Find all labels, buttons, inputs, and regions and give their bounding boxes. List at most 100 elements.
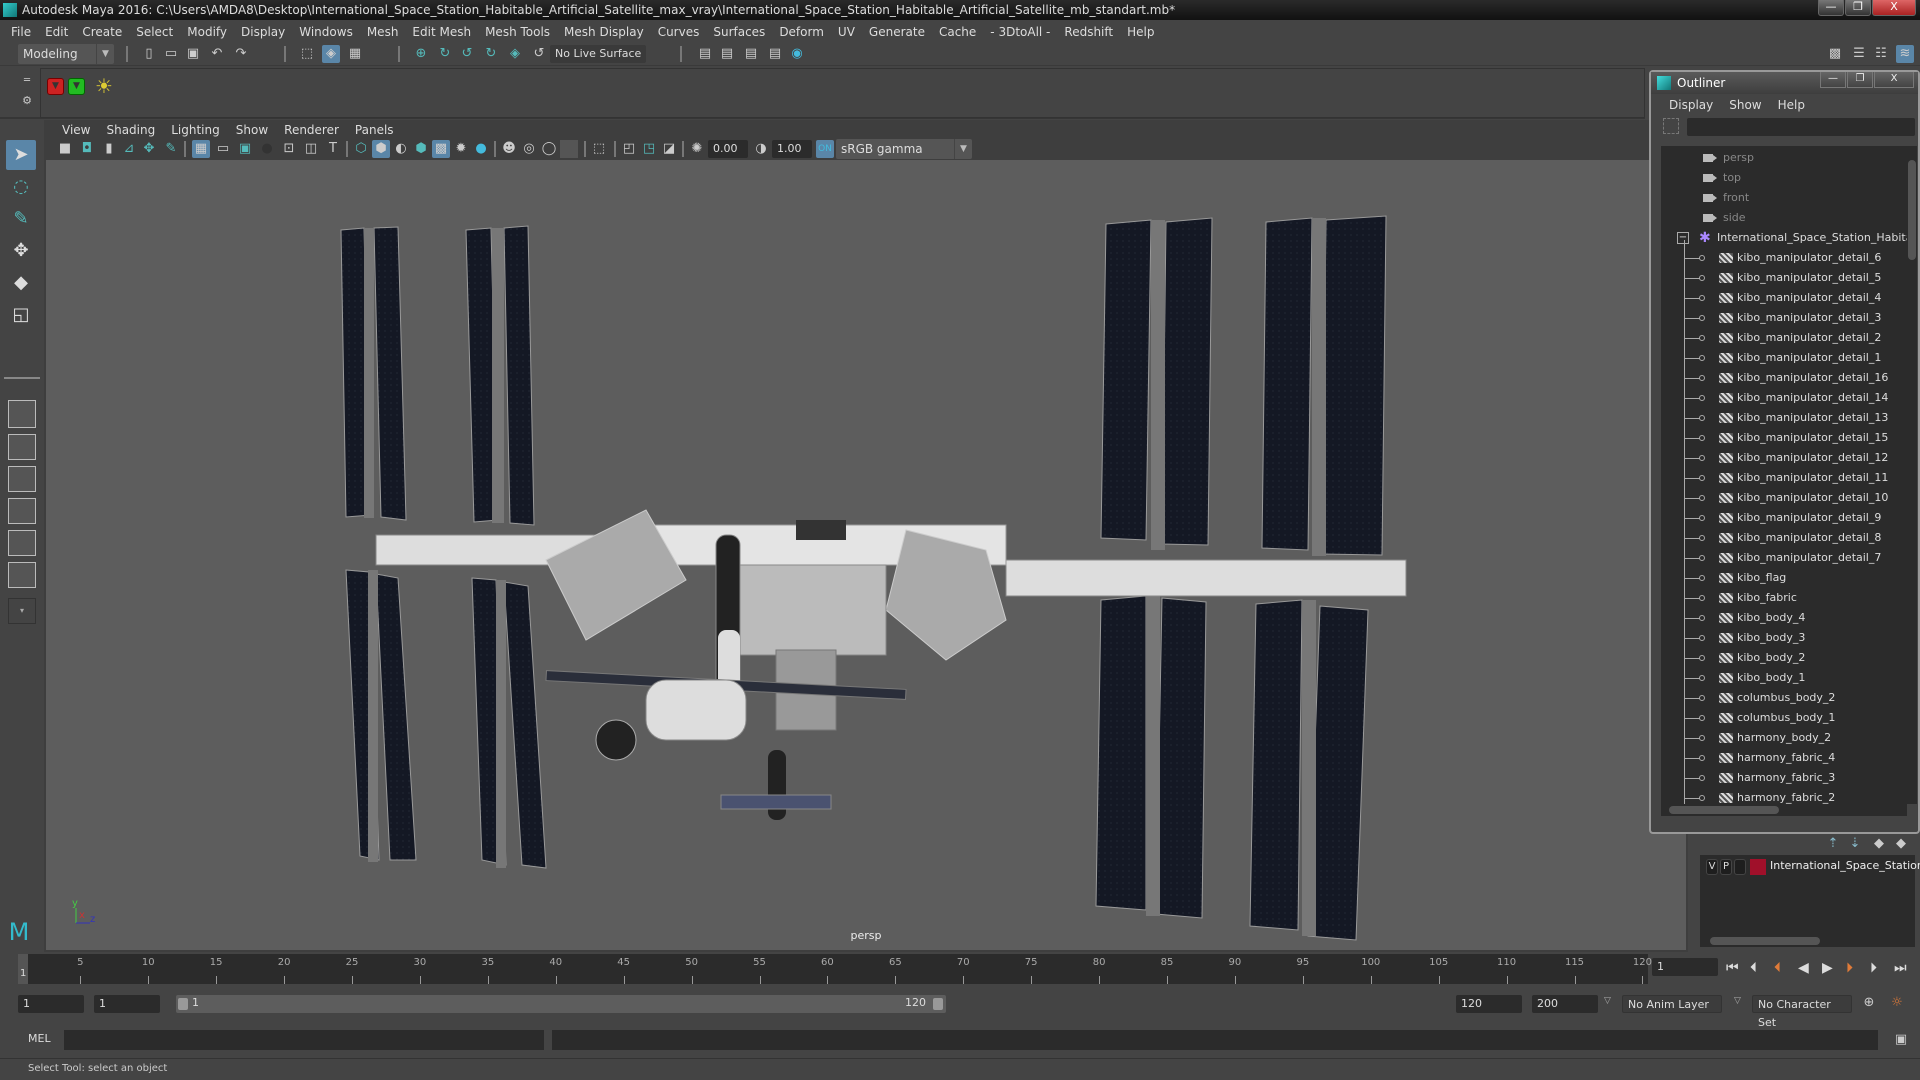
exposure-field[interactable]: 0.00 <box>708 140 748 158</box>
range-end-handle[interactable] <box>933 998 943 1010</box>
select-hierarchy-icon[interactable]: ⬚ <box>298 45 316 63</box>
single-perspective-layout-icon[interactable] <box>8 400 36 428</box>
menu-create[interactable]: Create <box>75 25 129 39</box>
panel-menu-view[interactable]: View <box>54 123 98 137</box>
chevron-down-icon[interactable]: ▽ <box>1604 996 1611 1006</box>
step-back-frame-icon[interactable]: ⏴ <box>1750 960 1757 976</box>
select-object-icon[interactable]: ◈ <box>322 45 340 63</box>
menu-modify[interactable]: Modify <box>180 25 234 39</box>
step-back-key-icon[interactable]: ⏴ <box>1774 960 1781 976</box>
depth-of-field-icon[interactable] <box>560 140 578 158</box>
outliner-menu-show[interactable]: Show <box>1721 96 1769 114</box>
new-scene-icon[interactable]: ▯ <box>140 45 158 63</box>
layer-display-type-toggle[interactable] <box>1734 859 1746 875</box>
more-layouts-icon[interactable]: ▾ <box>8 598 36 624</box>
outliner-camera-top[interactable]: top <box>1661 168 1907 188</box>
safe-title-icon[interactable]: T <box>324 140 342 158</box>
image-plane-icon[interactable]: ⊿ <box>120 140 138 158</box>
move-layer-down-icon[interactable]: ⇣ <box>1846 835 1864 853</box>
exposure-icon[interactable]: ✺ <box>688 140 706 158</box>
select-tool-icon[interactable]: ➤ <box>6 140 36 170</box>
scale-tool-icon[interactable]: ◱ <box>6 300 36 330</box>
menu-edit[interactable]: Edit <box>38 25 75 39</box>
wireframe-icon[interactable]: ⬡ <box>352 140 370 158</box>
save-scene-icon[interactable]: ▣ <box>184 45 202 63</box>
panel-menu-renderer[interactable]: Renderer <box>276 123 347 137</box>
outliner-maximize-button[interactable]: ❐ <box>1847 72 1873 88</box>
color-space-dropdown[interactable]: sRGB gamma ▼ <box>836 139 972 159</box>
menu-help[interactable]: Help <box>1120 25 1161 39</box>
mel-label[interactable]: MEL <box>28 1032 51 1045</box>
outliner-item[interactable]: kibo_manipulator_detail_7 <box>1661 548 1907 568</box>
outliner-search-input[interactable] <box>1687 118 1915 136</box>
outliner-item[interactable]: kibo_manipulator_detail_13 <box>1661 408 1907 428</box>
gate-mask-icon[interactable]: ● <box>258 140 276 158</box>
persp-graph-layout-icon[interactable] <box>8 498 36 524</box>
outliner-item[interactable]: harmony_body_2 <box>1661 728 1907 748</box>
menu-edit-mesh[interactable]: Edit Mesh <box>405 25 478 39</box>
snap-curve-icon[interactable]: ↻ <box>436 45 454 63</box>
move-layer-up-icon[interactable]: ⇡ <box>1824 835 1842 853</box>
filter-icon[interactable] <box>1663 118 1679 134</box>
menu-mesh-display[interactable]: Mesh Display <box>557 25 651 39</box>
render-sequence-icon[interactable]: ▤ <box>718 45 736 63</box>
outliner-item[interactable]: kibo_manipulator_detail_10 <box>1661 488 1907 508</box>
close-button[interactable]: X <box>1872 0 1916 16</box>
layer-playback-toggle[interactable]: P <box>1720 859 1732 875</box>
snap-view-icon[interactable]: ↻ <box>482 45 500 63</box>
shelf-tabs-icon[interactable]: ═ <box>18 72 36 90</box>
gamma-field[interactable]: 1.00 <box>772 140 812 158</box>
outliner-item[interactable]: kibo_manipulator_detail_1 <box>1661 348 1907 368</box>
outliner-item[interactable]: kibo_manipulator_detail_11 <box>1661 468 1907 488</box>
shelf-settings-gear-icon[interactable]: ⚙ <box>18 92 36 110</box>
rotate-tool-icon[interactable]: ◆ <box>6 268 36 298</box>
shelf-green-icon[interactable]: ▼ <box>68 78 85 95</box>
camera-attributes-icon[interactable]: ◘ <box>78 140 96 158</box>
xray-icon[interactable]: ◰ <box>620 140 638 158</box>
redo-icon[interactable]: ↷ <box>232 45 250 63</box>
outliner-item[interactable]: columbus_body_1 <box>1661 708 1907 728</box>
motion-blur-icon[interactable]: ◎ <box>520 140 538 158</box>
outliner-item[interactable]: kibo_manipulator_detail_14 <box>1661 388 1907 408</box>
menu-select[interactable]: Select <box>129 25 180 39</box>
outliner-camera-persp[interactable]: persp <box>1661 148 1907 168</box>
render-frame-icon[interactable]: ▤ <box>696 45 714 63</box>
outliner-close-button[interactable]: X <box>1874 72 1914 88</box>
outliner-item[interactable]: kibo_manipulator_detail_6 <box>1661 248 1907 268</box>
persp-outliner-layout-icon[interactable] <box>8 466 36 492</box>
snap-point-icon[interactable]: ↺ <box>458 45 476 63</box>
grease-pencil-icon[interactable]: ✎ <box>162 140 180 158</box>
range-start-handle[interactable] <box>178 998 188 1010</box>
step-forward-key-icon[interactable]: ⏵ <box>1846 960 1853 976</box>
paint-select-tool-icon[interactable]: ✎ <box>6 204 36 234</box>
outliner-camera-front[interactable]: front <box>1661 188 1907 208</box>
outliner-title-bar[interactable]: Outliner — ❐ X <box>1651 72 1918 94</box>
snap-grid-icon[interactable]: ⊕ <box>412 45 430 63</box>
lasso-tool-icon[interactable]: ◌ <box>6 172 36 202</box>
ipr-render-icon[interactable]: ▤ <box>742 45 760 63</box>
go-to-start-icon[interactable]: ⏮ <box>1726 960 1739 976</box>
maximize-button[interactable]: ❐ <box>1845 0 1871 16</box>
tool-settings-icon[interactable]: ☷ <box>1872 45 1890 63</box>
outliner-item[interactable]: kibo_manipulator_detail_16 <box>1661 368 1907 388</box>
menu-cache[interactable]: Cache <box>932 25 983 39</box>
layer-color-swatch[interactable] <box>1750 859 1766 875</box>
grid-icon[interactable]: ▦ <box>192 140 210 158</box>
bookmark-icon[interactable]: ▮ <box>100 140 118 158</box>
outliner-item[interactable]: harmony_fabric_4 <box>1661 748 1907 768</box>
outliner-item[interactable]: kibo_manipulator_detail_5 <box>1661 268 1907 288</box>
outliner-item[interactable]: kibo_body_3 <box>1661 628 1907 648</box>
outliner-item[interactable]: kibo_manipulator_detail_12 <box>1661 448 1907 468</box>
layer-visibility-toggle[interactable]: V <box>1706 859 1718 875</box>
start-time-field[interactable]: 1 <box>18 995 84 1013</box>
menu-deform[interactable]: Deform <box>772 25 831 39</box>
outliner-item[interactable]: kibo_manipulator_detail_2 <box>1661 328 1907 348</box>
outliner-item[interactable]: kibo_flag <box>1661 568 1907 588</box>
play-forwards-icon[interactable]: ▶ <box>1822 960 1833 976</box>
mode-dropdown[interactable]: Modeling ▼ <box>18 44 114 64</box>
outliner-item[interactable]: kibo_manipulator_detail_9 <box>1661 508 1907 528</box>
outliner-camera-side[interactable]: side <box>1661 208 1907 228</box>
current-frame-field[interactable]: 1 <box>1652 958 1718 976</box>
undo-icon[interactable]: ↶ <box>208 45 226 63</box>
persp-graph-hypergraph-layout-icon[interactable] <box>8 562 36 588</box>
